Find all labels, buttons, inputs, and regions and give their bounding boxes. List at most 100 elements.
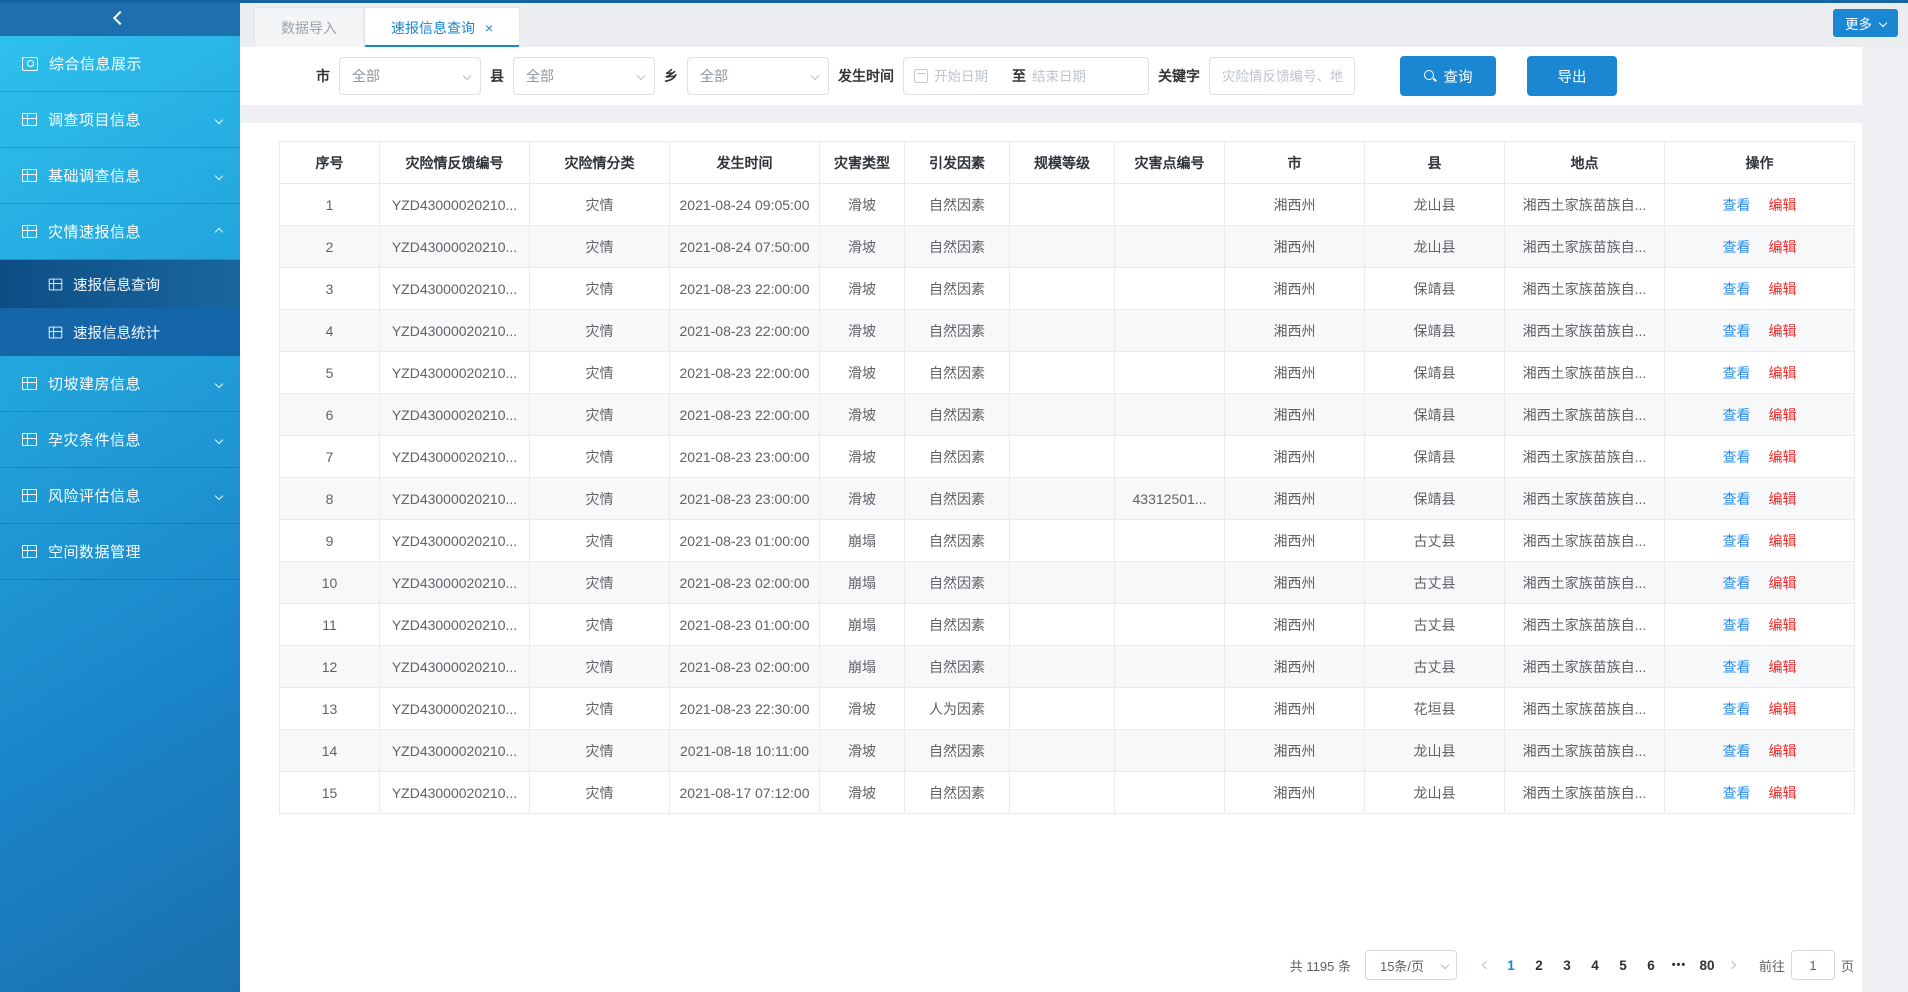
table-icon: [49, 326, 63, 338]
page-number-1[interactable]: 1: [1501, 958, 1521, 973]
view-link[interactable]: 查看: [1723, 785, 1751, 801]
cell-time: 2021-08-23 22:00:00: [670, 268, 820, 310]
view-link[interactable]: 查看: [1723, 239, 1751, 255]
cell-operations: 查看 编辑: [1665, 562, 1855, 604]
view-link[interactable]: 查看: [1723, 365, 1751, 381]
cell-operations: 查看 编辑: [1665, 310, 1855, 352]
next-page-button[interactable]: [1729, 962, 1735, 968]
cell-category: 灾情: [530, 478, 670, 520]
edit-link[interactable]: 编辑: [1769, 785, 1797, 801]
edit-link[interactable]: 编辑: [1769, 407, 1797, 423]
view-link[interactable]: 查看: [1723, 701, 1751, 717]
cell-time: 2021-08-23 01:00:00: [670, 604, 820, 646]
page-number-6[interactable]: 6: [1641, 958, 1661, 973]
cell-no: 11: [280, 604, 380, 646]
cell-location: 湘西土家族苗族自...: [1505, 688, 1665, 730]
table-icon: [49, 278, 63, 290]
keyword-input[interactable]: [1209, 57, 1355, 95]
page-number-4[interactable]: 4: [1585, 958, 1605, 973]
cell-city: 湘西州: [1225, 310, 1365, 352]
cell-factor: 自然因素: [905, 268, 1010, 310]
cell-point_code: [1115, 184, 1225, 226]
county-select-value: 全部: [526, 66, 638, 86]
chevron-left-icon: [113, 11, 127, 25]
edit-link[interactable]: 编辑: [1769, 575, 1797, 591]
tab-数据导入[interactable]: 数据导入: [254, 7, 364, 47]
sidebar-item-调查项目信息[interactable]: 调查项目信息: [0, 92, 240, 148]
sidebar-item-基础调查信息[interactable]: 基础调查信息: [0, 148, 240, 204]
cell-type: 滑坡: [820, 268, 905, 310]
view-link[interactable]: 查看: [1723, 575, 1751, 591]
county-select[interactable]: 全部: [513, 57, 655, 95]
sidebar-item-综合信息展示[interactable]: 综合信息展示: [0, 36, 240, 92]
edit-link[interactable]: 编辑: [1769, 281, 1797, 297]
tab-速报信息查询[interactable]: 速报信息查询×: [364, 7, 520, 47]
page-number-2[interactable]: 2: [1529, 958, 1549, 973]
sidebar-item-孕灾条件信息[interactable]: 孕灾条件信息: [0, 412, 240, 468]
cell-city: 湘西州: [1225, 688, 1365, 730]
cell-type: 滑坡: [820, 352, 905, 394]
cell-operations: 查看 编辑: [1665, 184, 1855, 226]
page-number-5[interactable]: 5: [1613, 958, 1633, 973]
page-more-icon[interactable]: •••: [1669, 959, 1689, 971]
page-number-80[interactable]: 80: [1697, 958, 1717, 973]
end-date-input[interactable]: [1032, 69, 1104, 84]
more-button[interactable]: 更多: [1833, 9, 1898, 37]
city-select[interactable]: 全部: [339, 57, 481, 95]
cell-scale: [1010, 226, 1115, 268]
view-link[interactable]: 查看: [1723, 617, 1751, 633]
cell-scale: [1010, 394, 1115, 436]
cell-time: 2021-08-23 01:00:00: [670, 520, 820, 562]
prev-page-button[interactable]: [1483, 962, 1489, 968]
page-number-3[interactable]: 3: [1557, 958, 1577, 973]
view-link[interactable]: 查看: [1723, 491, 1751, 507]
edit-link[interactable]: 编辑: [1769, 491, 1797, 507]
sidebar-item-切坡建房信息[interactable]: 切坡建房信息: [0, 356, 240, 412]
view-link[interactable]: 查看: [1723, 323, 1751, 339]
view-link[interactable]: 查看: [1723, 197, 1751, 213]
sidebar-subitem-速报信息查询[interactable]: 速报信息查询: [0, 260, 240, 308]
cell-no: 10: [280, 562, 380, 604]
export-button[interactable]: 导出: [1527, 56, 1617, 96]
date-range-picker[interactable]: 至: [903, 57, 1149, 95]
edit-link[interactable]: 编辑: [1769, 617, 1797, 633]
cell-county: 龙山县: [1365, 772, 1505, 814]
edit-link[interactable]: 编辑: [1769, 323, 1797, 339]
sidebar-item-风险评估信息[interactable]: 风险评估信息: [0, 468, 240, 524]
cell-type: 滑坡: [820, 730, 905, 772]
table-row: 5YZD43000020210...灾情2021-08-23 22:00:00滑…: [280, 352, 1855, 394]
sidebar-collapse-button[interactable]: [0, 0, 240, 36]
view-link[interactable]: 查看: [1723, 407, 1751, 423]
view-link[interactable]: 查看: [1723, 743, 1751, 759]
edit-link[interactable]: 编辑: [1769, 239, 1797, 255]
cell-scale: [1010, 520, 1115, 562]
sidebar-item-灾情速报信息[interactable]: 灾情速报信息: [0, 204, 240, 260]
edit-link[interactable]: 编辑: [1769, 365, 1797, 381]
table-row: 6YZD43000020210...灾情2021-08-23 22:00:00滑…: [280, 394, 1855, 436]
edit-link[interactable]: 编辑: [1769, 743, 1797, 759]
view-link[interactable]: 查看: [1723, 281, 1751, 297]
view-link[interactable]: 查看: [1723, 533, 1751, 549]
table-section: 序号灾险情反馈编号灾险情分类发生时间灾害类型引发因素规模等级灾害点编号市县地点操…: [240, 123, 1862, 992]
town-select[interactable]: 全部: [687, 57, 829, 95]
page-size-select[interactable]: 15条/页: [1365, 950, 1457, 980]
cell-code: YZD43000020210...: [380, 562, 530, 604]
edit-link[interactable]: 编辑: [1769, 659, 1797, 675]
view-link[interactable]: 查看: [1723, 449, 1751, 465]
start-date-input[interactable]: [934, 69, 1006, 84]
goto-page-input[interactable]: [1791, 950, 1835, 980]
edit-link[interactable]: 编辑: [1769, 197, 1797, 213]
sidebar-subitem-速报信息统计[interactable]: 速报信息统计: [0, 308, 240, 356]
close-icon[interactable]: ×: [485, 21, 493, 35]
cell-county: 龙山县: [1365, 730, 1505, 772]
top-accent-bar: [0, 0, 1908, 3]
table-header-row: 序号灾险情反馈编号灾险情分类发生时间灾害类型引发因素规模等级灾害点编号市县地点操…: [280, 142, 1855, 184]
search-button[interactable]: 查询: [1400, 56, 1496, 96]
edit-link[interactable]: 编辑: [1769, 533, 1797, 549]
view-link[interactable]: 查看: [1723, 659, 1751, 675]
cell-county: 保靖县: [1365, 352, 1505, 394]
edit-link[interactable]: 编辑: [1769, 449, 1797, 465]
sidebar-item-空间数据管理[interactable]: 空间数据管理: [0, 524, 240, 580]
edit-link[interactable]: 编辑: [1769, 701, 1797, 717]
cell-no: 9: [280, 520, 380, 562]
